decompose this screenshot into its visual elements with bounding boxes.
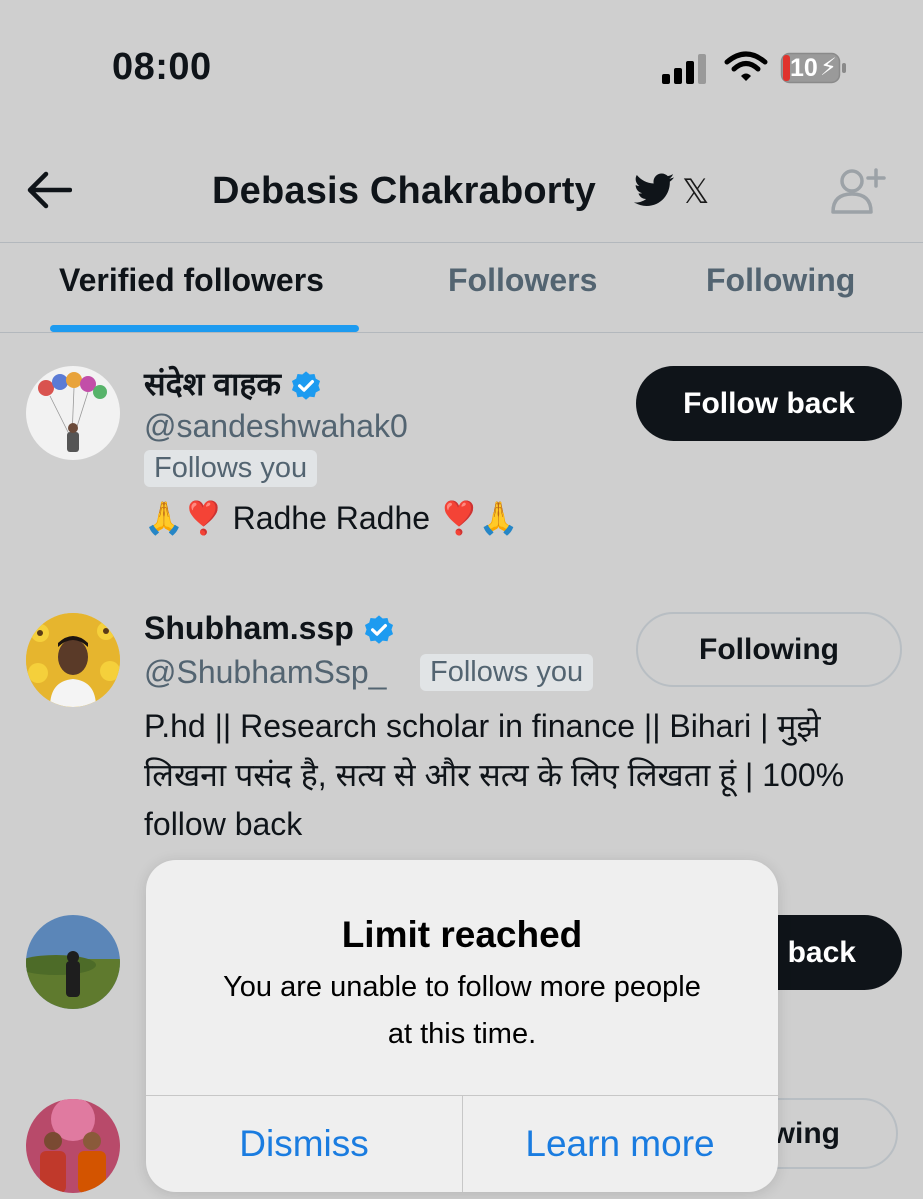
wifi-icon [724, 51, 768, 81]
user-name-text: संदेश वाहक [144, 366, 281, 402]
twitter-bird-icon [634, 173, 674, 206]
limit-reached-alert: Limit reached You are unable to follow m… [146, 860, 778, 1192]
add-user-icon[interactable] [830, 166, 888, 216]
avatar[interactable] [26, 366, 120, 460]
user-handle: @ShubhamSsp_ [144, 654, 387, 690]
avatar[interactable] [26, 613, 120, 707]
charging-bolt-icon: ⚡ [820, 54, 837, 81]
battery-icon: 10 ⚡ [780, 52, 848, 84]
user-bio: P.hd || Research scholar in finance || B… [144, 702, 904, 849]
status-time: 08:00 [112, 46, 212, 88]
alert-title: Limit reached [341, 914, 583, 955]
bio-line: follow back [144, 806, 303, 842]
user-name[interactable]: संदेश वाहक [144, 362, 323, 405]
avatar[interactable] [26, 915, 120, 1009]
header-divider [0, 242, 923, 243]
tab-followers[interactable]: Followers [448, 262, 597, 299]
user-name-text: Shubham.ssp [144, 610, 354, 646]
alert-message-line: at this time. [387, 1018, 537, 1050]
learn-more-button[interactable]: Learn more [462, 1096, 778, 1192]
tabs-divider [0, 332, 923, 333]
tab-verified-followers[interactable]: Verified followers [59, 262, 324, 299]
verified-badge-icon [364, 614, 393, 644]
bio-line: P.hd || Research scholar in finance || B… [144, 708, 821, 744]
verified-badge-icon [291, 370, 320, 400]
avatar[interactable] [26, 1099, 120, 1193]
dismiss-button[interactable]: Dismiss [146, 1096, 462, 1192]
following-button[interactable]: Following [636, 612, 902, 687]
page-title: Debasis Chakraborty [212, 170, 596, 212]
battery-level-text: 10 [790, 54, 818, 82]
alert-message-line: You are unable to follow more people [223, 971, 701, 1003]
alert-message: You are unable to follow more people at … [186, 964, 738, 1058]
bio-line: लिखना पसंद है, सत्य से और सत्य के लिए लि… [144, 757, 845, 793]
back-arrow-icon[interactable] [26, 170, 72, 210]
follow-back-button[interactable]: Follow back [636, 366, 902, 441]
cellular-signal-icon [662, 54, 706, 84]
active-tab-indicator [50, 325, 359, 332]
user-bio: 🙏❣️ Radhe Radhe ❣️🙏 [144, 500, 519, 536]
follows-you-badge: Follows you [420, 654, 594, 691]
user-handle: @sandeshwahak0 [144, 408, 408, 444]
x-logo-icon: 𝕏 [682, 172, 710, 212]
user-name[interactable]: Shubham.ssp [144, 610, 396, 648]
follows-you-badge: Follows you [144, 450, 318, 487]
tab-following[interactable]: Following [706, 262, 855, 299]
